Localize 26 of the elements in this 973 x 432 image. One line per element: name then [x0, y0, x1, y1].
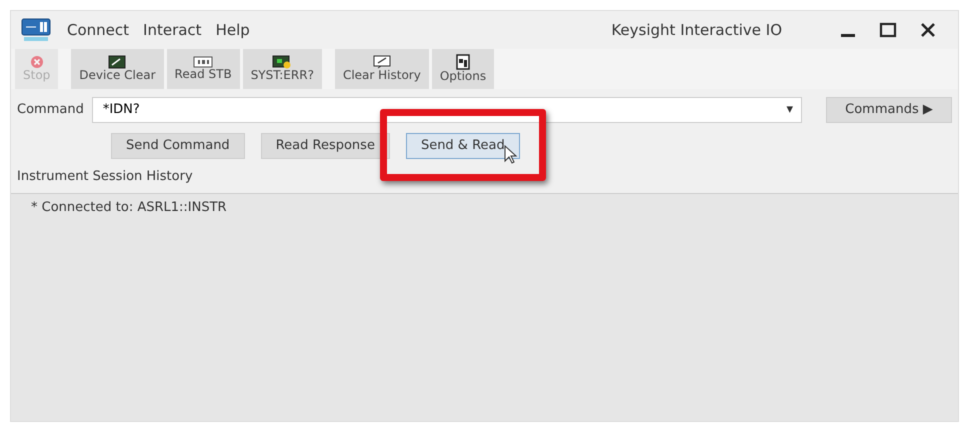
command-field[interactable]: *IDN? ▾: [92, 97, 802, 123]
history-label: Instrument Session History: [16, 168, 194, 186]
binary-icon: [193, 56, 214, 68]
screen-icon: [372, 55, 391, 70]
menu-item[interactable]: Help: [216, 18, 250, 42]
menu-item[interactable]: Interact: [143, 18, 202, 42]
toolbar-button[interactable]: Read STB: [166, 49, 240, 89]
dropdown-arrow[interactable]: ▾: [786, 100, 793, 120]
action-button[interactable]: Read Response: [260, 133, 390, 159]
action-button[interactable]: Send Command: [111, 133, 245, 159]
commands-button[interactable]: Commands ▶: [826, 97, 952, 123]
history-line: * Connected to: ASRL1::INSTR: [31, 198, 228, 216]
command-label: Command: [17, 101, 84, 120]
stop-icon: [30, 55, 44, 70]
app-logo-icon: [21, 18, 51, 42]
screen-icon: [108, 55, 126, 70]
screen-icon: [272, 55, 292, 70]
toolbar-button[interactable]: Clear History: [334, 49, 429, 89]
action-button[interactable]: Send & Read: [406, 133, 520, 159]
toolbar-button[interactable]: SYST:ERR?: [242, 49, 322, 89]
panel-icon: [456, 54, 470, 70]
toolbar-button[interactable]: Options: [432, 49, 494, 89]
toolbar-button[interactable]: Device Clear: [71, 49, 164, 89]
menu-item[interactable]: Connect: [67, 18, 130, 42]
window-title: Keysight Interactive IO: [611, 20, 782, 41]
cursor-icon: [504, 145, 518, 165]
